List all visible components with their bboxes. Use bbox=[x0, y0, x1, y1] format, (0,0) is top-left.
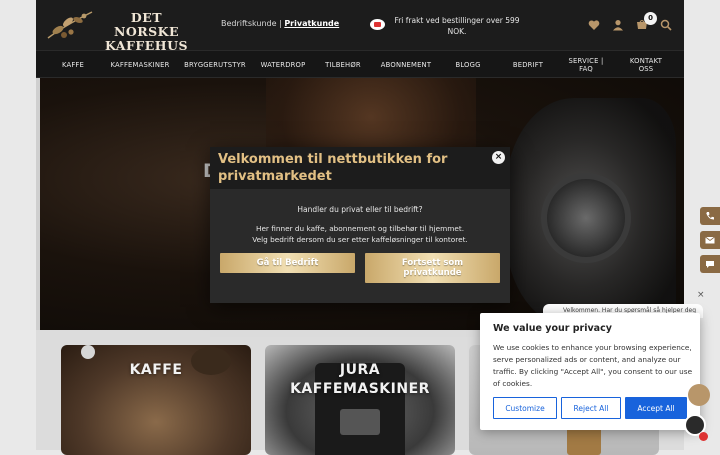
cookie-reject-button[interactable]: Reject All bbox=[561, 397, 621, 419]
scroll-top-button[interactable] bbox=[688, 384, 710, 406]
go-to-business-button[interactable]: Gå til Bedrift bbox=[220, 253, 355, 273]
cookie-accept-button[interactable]: Accept All bbox=[625, 397, 687, 419]
cookie-customize-button[interactable]: Customize bbox=[493, 397, 557, 419]
chat-preview-close-icon[interactable]: × bbox=[697, 290, 705, 300]
continue-private-button[interactable]: Fortsett som privatkunde bbox=[365, 253, 500, 283]
cookie-title: We value your privacy bbox=[493, 323, 612, 334]
cookie-banner: We value your privacy We use cookies to … bbox=[480, 313, 700, 430]
customer-type-modal: Velkommen til nettbutikken for privatmar… bbox=[210, 147, 510, 303]
modal-description: Her finner du kaffe, abonnement og tilbe… bbox=[230, 223, 490, 245]
continue-private-line2: privatkunde bbox=[403, 268, 462, 278]
modal-description-line2: Velg bedrift dersom du ser etter kaffelø… bbox=[252, 235, 468, 244]
modal-description-line1: Her finner du kaffe, abonnement og tilbe… bbox=[255, 224, 465, 233]
chat-notification-dot bbox=[699, 432, 708, 441]
continue-private-line1: Fortsett som bbox=[401, 258, 464, 268]
cookie-body: We use cookies to enhance your browsing … bbox=[493, 343, 693, 388]
close-icon[interactable]: × bbox=[492, 151, 505, 164]
modal-title: Velkommen til nettbutikken for privatmar… bbox=[218, 152, 448, 184]
modal-header: Velkommen til nettbutikken for privatmar… bbox=[210, 147, 510, 189]
modal-question: Handler du privat eller til bedrift? bbox=[297, 205, 423, 214]
